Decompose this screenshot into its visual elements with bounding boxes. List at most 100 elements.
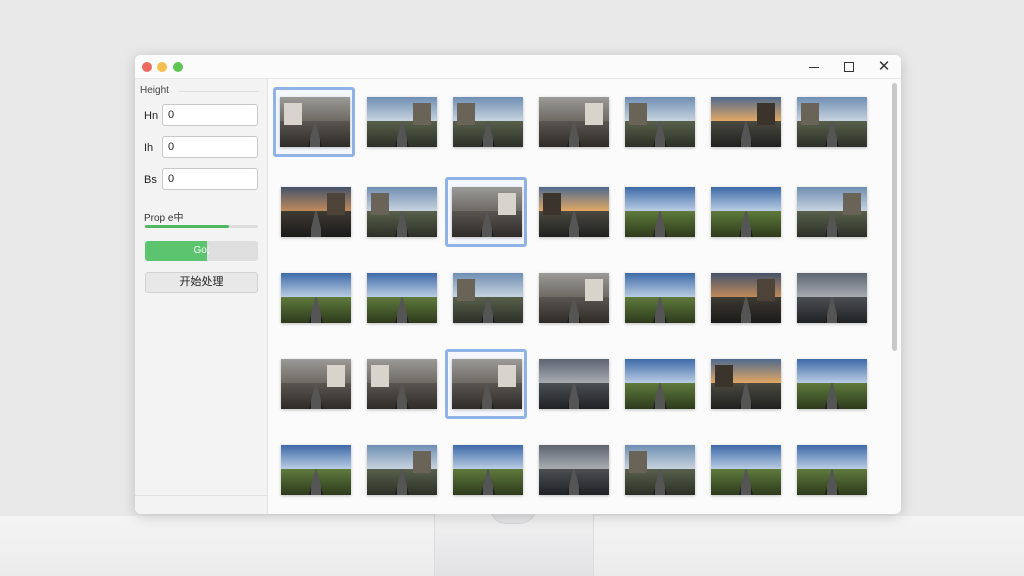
- start-processing-button[interactable]: 开始处理: [145, 272, 258, 293]
- minimize-traffic-light[interactable]: [157, 62, 167, 72]
- gallery-thumbnail[interactable]: [359, 349, 441, 419]
- thumbnail-building: [284, 103, 302, 125]
- gallery-thumbnail[interactable]: [445, 263, 527, 333]
- gallery-thumbnail[interactable]: [617, 435, 699, 505]
- thumbnail-image: [280, 97, 350, 147]
- go-button[interactable]: Go;: [145, 241, 258, 261]
- thumbnail-image: [367, 273, 437, 323]
- thumbnail-sky: [281, 445, 351, 469]
- thumbnail-sky: [797, 273, 867, 297]
- thumbnail-sky: [539, 359, 609, 383]
- thumbnail-image: [711, 273, 781, 323]
- thumbnail-sky: [797, 445, 867, 469]
- thumbnail-image: [797, 187, 867, 237]
- gallery-thumbnail[interactable]: [703, 349, 785, 419]
- gallery-thumbnail[interactable]: [359, 435, 441, 505]
- thumbnail-image: [281, 273, 351, 323]
- thumbnail-image: [797, 445, 867, 495]
- gallery-thumbnail[interactable]: [359, 87, 441, 157]
- image-gallery: [269, 79, 893, 514]
- thumbnail-building: [327, 365, 345, 387]
- gallery-thumbnail[interactable]: [531, 87, 613, 157]
- close-traffic-light[interactable]: [142, 62, 152, 72]
- gallery-thumbnail[interactable]: [445, 87, 527, 157]
- minimize-icon[interactable]: [806, 59, 822, 75]
- gallery-thumbnail[interactable]: [531, 349, 613, 419]
- thumbnail-building: [413, 103, 431, 125]
- gallery-thumbnail[interactable]: [789, 87, 871, 157]
- title-bar[interactable]: ✕: [135, 55, 901, 79]
- close-icon[interactable]: ✕: [876, 59, 892, 75]
- thumbnail-image: [711, 445, 781, 495]
- gallery-thumbnail[interactable]: [445, 177, 527, 247]
- gallery-thumbnail[interactable]: [617, 177, 699, 247]
- gallery-thumbnail[interactable]: [273, 263, 355, 333]
- thumbnail-building: [757, 103, 775, 125]
- thumbnail-image: [625, 187, 695, 237]
- progress-label: Prop e中: [144, 213, 184, 224]
- thumbnail-image: [625, 359, 695, 409]
- field-label-bs: Bs: [144, 174, 157, 186]
- hn-input[interactable]: 0: [162, 104, 258, 126]
- gallery-thumbnail[interactable]: [789, 435, 871, 505]
- thumbnail-image: [281, 445, 351, 495]
- gallery-thumbnail[interactable]: [789, 349, 871, 419]
- thumbnail-image: [539, 273, 609, 323]
- gallery-thumbnail[interactable]: [703, 87, 785, 157]
- maximize-icon[interactable]: [841, 59, 857, 75]
- gallery-thumbnail[interactable]: [273, 349, 355, 419]
- gallery-thumbnail[interactable]: [531, 435, 613, 505]
- gallery-thumbnail[interactable]: [531, 177, 613, 247]
- thumbnail-building: [843, 193, 861, 215]
- thumbnail-image: [367, 187, 437, 237]
- thumbnail-image: [452, 187, 522, 237]
- gallery-thumbnail[interactable]: [617, 87, 699, 157]
- thumbnail-building: [327, 193, 345, 215]
- gallery-thumbnail[interactable]: [273, 435, 355, 505]
- gallery-thumbnail[interactable]: [445, 349, 527, 419]
- gallery-thumbnail[interactable]: [445, 435, 527, 505]
- thumbnail-image: [711, 97, 781, 147]
- thumbnail-building: [801, 103, 819, 125]
- thumbnail-image: [539, 187, 609, 237]
- thumbnail-sky: [625, 187, 695, 211]
- thumbnail-sky: [625, 359, 695, 383]
- gallery-thumbnail[interactable]: [531, 263, 613, 333]
- sidebar-footer-divider: [135, 495, 268, 496]
- group-title: Height: [140, 85, 169, 96]
- thumbnail-image: [539, 445, 609, 495]
- gallery-thumbnail[interactable]: [359, 177, 441, 247]
- thumbnail-image: [367, 97, 437, 147]
- ih-input[interactable]: 0: [162, 136, 258, 158]
- gallery-thumbnail[interactable]: [789, 177, 871, 247]
- thumbnail-image: [452, 359, 522, 409]
- gallery-thumbnail[interactable]: [359, 263, 441, 333]
- thumbnail-building: [371, 193, 389, 215]
- gallery-thumbnail[interactable]: [617, 349, 699, 419]
- gallery-thumbnail[interactable]: [273, 87, 355, 157]
- group-divider: [179, 91, 259, 92]
- thumbnail-image: [711, 187, 781, 237]
- thumbnail-building: [498, 193, 516, 215]
- thumbnail-sky: [281, 273, 351, 297]
- thumbnail-building: [715, 365, 733, 387]
- thumbnail-image: [797, 97, 867, 147]
- field-label-hn: Hn: [144, 110, 159, 122]
- thumbnail-image: [539, 359, 609, 409]
- thumbnail-building: [371, 365, 389, 387]
- thumbnail-image: [281, 359, 351, 409]
- thumbnail-building: [457, 103, 475, 125]
- gallery-thumbnail[interactable]: [273, 177, 355, 247]
- zoom-traffic-light[interactable]: [173, 62, 183, 72]
- gallery-thumbnail[interactable]: [703, 263, 785, 333]
- gallery-thumbnail[interactable]: [703, 177, 785, 247]
- thumbnail-image: [625, 97, 695, 147]
- gallery-thumbnail[interactable]: [617, 263, 699, 333]
- gallery-thumbnail[interactable]: [789, 263, 871, 333]
- gallery-scrollbar[interactable]: [892, 83, 897, 351]
- gallery-thumbnail[interactable]: [703, 435, 785, 505]
- thumbnail-image: [625, 445, 695, 495]
- bs-input[interactable]: 0: [162, 168, 258, 190]
- app-window: ✕ Height Hn 0 Ih 0 Bs 0 Prop e中 Go; 开始处理: [135, 55, 901, 514]
- thumbnail-sky: [367, 273, 437, 297]
